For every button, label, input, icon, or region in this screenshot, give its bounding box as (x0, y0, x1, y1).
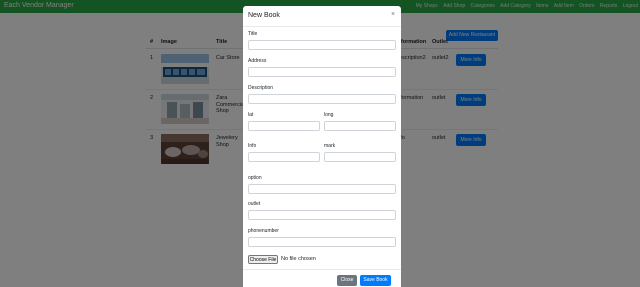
address-label: Address (248, 58, 267, 64)
address-input[interactable] (248, 67, 396, 77)
title-input[interactable] (248, 40, 396, 50)
mark-label: mark (324, 143, 336, 149)
dialog-footer-divider (243, 269, 401, 270)
description-input[interactable] (248, 94, 396, 104)
dialog-title: New Book (248, 12, 280, 19)
mark-input[interactable] (324, 152, 396, 162)
file-status-text: No file chosen (281, 256, 316, 262)
close-button[interactable]: Close (337, 275, 357, 286)
info-label: Info (248, 143, 257, 149)
lat-input[interactable] (248, 121, 320, 131)
info-input[interactable] (248, 152, 320, 162)
lat-label: lat (248, 112, 254, 118)
description-label: Description (248, 85, 274, 91)
title-label: Title (248, 31, 258, 37)
outlet-label: outlet (248, 201, 261, 207)
option-input[interactable] (248, 184, 396, 194)
save-book-button[interactable]: Save Book (360, 275, 391, 286)
outlet-input[interactable] (248, 210, 396, 220)
phonenumber-label: phonenumber (248, 228, 279, 234)
option-label: option (248, 175, 262, 181)
phonenumber-input[interactable] (248, 237, 396, 247)
close-icon[interactable]: × (391, 11, 395, 18)
long-input[interactable] (324, 121, 396, 131)
choose-file-button[interactable]: Choose File (248, 255, 278, 264)
dialog-header-divider (243, 26, 401, 27)
long-label: long (324, 112, 334, 118)
